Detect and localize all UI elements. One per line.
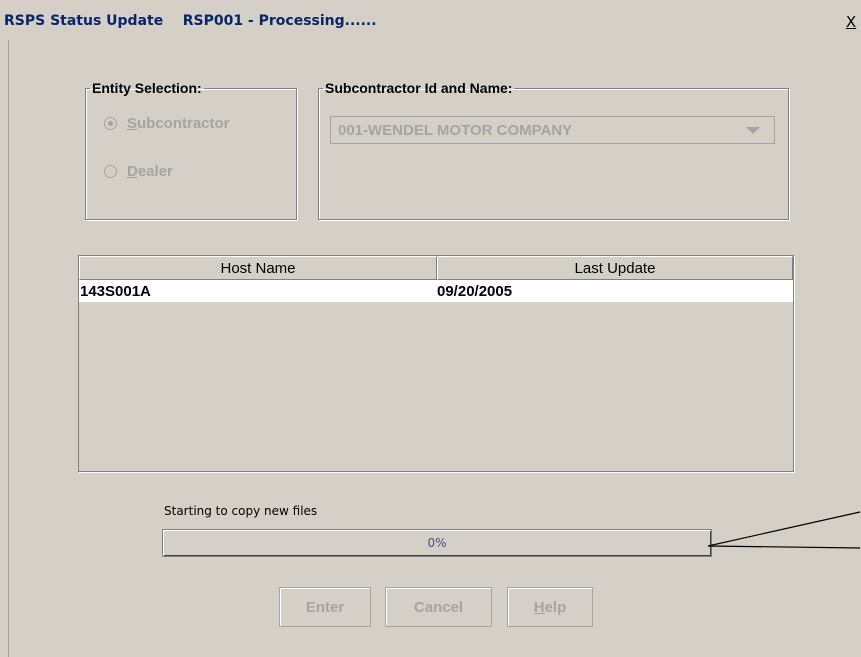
dialog-window: RSPS Status Update RSP001 - Processing..… xyxy=(0,0,861,657)
callout-pointer xyxy=(707,511,861,549)
callout-pointer-line xyxy=(707,511,861,549)
